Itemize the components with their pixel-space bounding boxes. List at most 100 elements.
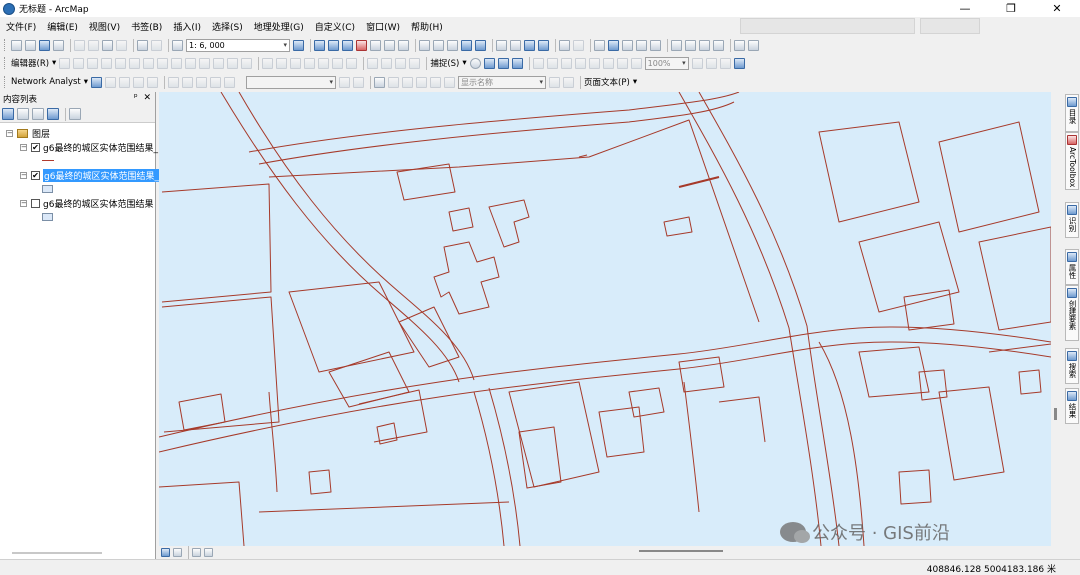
measure-icon[interactable] [650,39,661,51]
ddp-print-icon[interactable] [416,76,428,88]
vertex-snapping-icon[interactable] [497,57,509,69]
network-options-icon[interactable] [196,76,208,88]
find-icon[interactable] [671,39,682,51]
point-snapping-icon[interactable] [469,57,481,69]
ddp-last-page-icon[interactable] [563,76,575,88]
map-scale-combo[interactable]: 1: 6, 000 ▾ [186,38,290,52]
point-icon[interactable] [129,57,141,69]
layers-group[interactable]: − 图层 [6,126,50,140]
menu-file[interactable]: 文件(F) [6,20,36,33]
delete-icon[interactable] [116,39,127,51]
help-whats-this-icon[interactable] [398,39,409,51]
python-window-icon[interactable] [370,39,381,51]
layout-view-icon[interactable] [748,39,759,51]
open-folder-icon[interactable] [25,39,36,51]
cut-icon[interactable] [74,39,85,51]
pin-icon[interactable]: ᵖ [134,93,138,103]
create-features-icon[interactable] [241,57,253,69]
end-snapping-icon[interactable] [483,57,495,69]
menu-edit[interactable]: 编辑(E) [47,20,78,33]
zoom-whole-page-icon[interactable] [574,57,586,69]
add-data-icon[interactable] [172,39,183,51]
toolbar-grip[interactable] [4,76,7,88]
undo-icon[interactable] [137,39,148,51]
editor-menu[interactable]: 编辑器(R) [11,57,49,69]
layout-view-tab-icon[interactable] [173,548,182,557]
select-features-icon[interactable] [559,39,570,51]
menu-bookmarks[interactable]: 书签(B) [131,20,162,33]
menu-view[interactable]: 视图(V) [89,20,120,33]
zoom-out-icon[interactable] [447,39,458,51]
close-panel-icon[interactable]: ✕ [143,93,151,103]
edit-tool-icon[interactable] [59,57,71,69]
go-back-extent-layout-icon[interactable] [630,57,642,69]
fixed-zoom-out-layout-icon[interactable] [616,57,628,69]
edge-snapping-icon[interactable] [511,57,523,69]
toolbar-grip[interactable] [4,57,7,69]
restore-button[interactable]: ❐ [988,0,1034,17]
identify-icon[interactable] [608,39,619,51]
close-button[interactable]: ✕ [1034,0,1080,17]
rotate-icon[interactable] [199,57,211,69]
map-canvas[interactable] [159,92,1051,546]
map-view[interactable] [159,92,1051,546]
edit-annotation-icon[interactable] [73,57,85,69]
paste-icon[interactable] [102,39,113,51]
back-extent-icon[interactable] [524,39,535,51]
data-view-icon[interactable] [161,548,170,557]
validate-topology-icon[interactable] [318,57,330,69]
georeferencing-icon[interactable] [367,57,379,69]
data-driven-pages-setup-icon[interactable] [374,76,386,88]
network-analyst-menu[interactable]: Network Analyst [11,77,81,87]
sketch-properties-icon[interactable] [227,57,239,69]
end-point-arc-icon[interactable] [101,57,113,69]
copy-icon[interactable] [88,39,99,51]
fixed-zoom-out-icon[interactable] [496,39,507,51]
layer-visibility-checkbox[interactable]: ✔ [31,142,40,152]
find-route-icon[interactable] [685,39,696,51]
layer-name[interactable]: g6最终的城区实体范围结果_ [43,141,158,154]
catalog-window-icon[interactable] [328,39,339,51]
straight-segment-icon[interactable] [87,57,99,69]
network-clear-icon[interactable] [353,76,365,88]
editor-toolbar-icon[interactable] [293,39,304,51]
create-viewer-window-icon[interactable] [734,39,745,51]
minimize-button[interactable]: — [942,0,988,17]
arctoolbox-icon[interactable] [356,39,367,51]
layer-visibility-checkbox[interactable]: ✔ [31,170,40,180]
network-identify-icon[interactable] [182,76,194,88]
dock-tab-results[interactable]: 结果 [1065,388,1079,424]
map-vertical-scrollbar[interactable] [1051,92,1061,546]
network-layer-icon[interactable] [210,76,222,88]
network-properties-icon[interactable] [339,76,351,88]
display-name-combo[interactable]: 显示名称 ▾ [458,75,547,89]
reshape-icon[interactable] [157,57,169,69]
forward-extent-icon[interactable] [538,39,549,51]
scroll-thumb[interactable] [1054,408,1057,420]
collapse-icon[interactable]: − [20,199,27,207]
rectify-icon[interactable] [409,57,421,69]
ddp-first-page-icon[interactable] [430,76,442,88]
edit-vertices-icon[interactable] [143,57,155,69]
cut-polygons-icon[interactable] [171,57,183,69]
topology-edit-icon[interactable] [290,57,302,69]
toggle-draft-mode-icon[interactable] [691,57,703,69]
list-by-visibility-icon[interactable] [32,108,44,120]
dock-tab-search[interactable]: 搜索 [1065,348,1079,384]
go-to-extent-icon[interactable] [510,39,521,51]
split-icon[interactable] [185,57,197,69]
ddp-next-page-icon[interactable] [549,76,561,88]
menu-insert[interactable]: 插入(I) [173,20,201,33]
dock-tab-catalog[interactable]: 目录 [1065,94,1079,132]
layer-name-selected[interactable]: g6最终的城区实体范围结果_ [43,168,160,182]
collapse-icon[interactable]: − [6,129,13,137]
snapping-menu[interactable]: 捕捉(S) [430,57,459,69]
new-document-icon[interactable] [11,39,22,51]
toc-options-icon[interactable] [69,108,81,120]
focus-data-frame-icon[interactable] [705,57,717,69]
show-shared-features-icon[interactable] [304,57,316,69]
ddp-export-icon[interactable] [402,76,414,88]
full-extent-icon[interactable] [475,39,486,51]
solve-icon[interactable] [133,76,145,88]
pan-icon[interactable] [461,39,472,51]
